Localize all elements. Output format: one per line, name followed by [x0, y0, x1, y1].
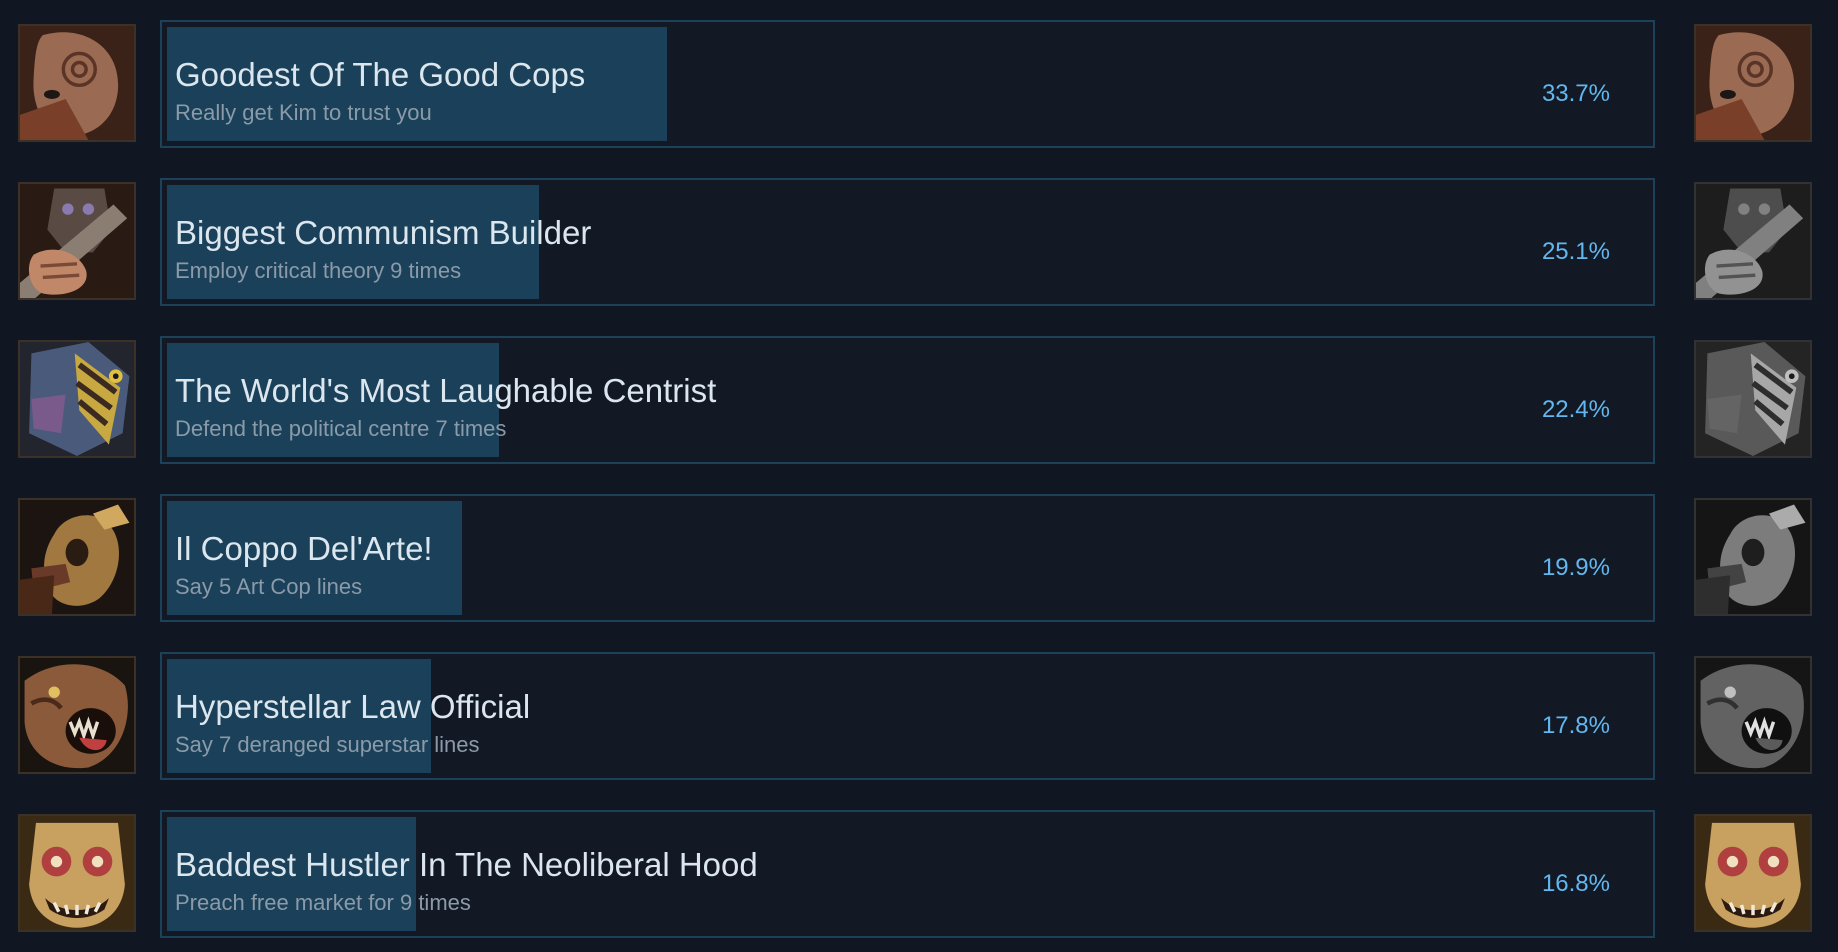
achievement-title: Hyperstellar Law Official: [175, 688, 531, 725]
achievement-description: Defend the political centre 7 times: [175, 416, 507, 441]
centrist-mask-icon: [1694, 340, 1812, 458]
achievement-panel: Il Coppo Del'Arte! Say 5 Art Cop lines 1…: [160, 494, 1655, 622]
achievement-panel: Hyperstellar Law Official Say 7 deranged…: [160, 652, 1655, 780]
kim-mask-icon: [18, 24, 136, 142]
achievement-title: The World's Most Laughable Centrist: [175, 372, 717, 409]
achievement-description: Say 7 deranged superstar lines: [175, 732, 480, 757]
achievement-row: Baddest Hustler In The Neoliberal Hood P…: [0, 810, 1838, 938]
achievement-title: Goodest Of The Good Cops: [175, 56, 586, 93]
achievement-percent: 22.4%: [1541, 396, 1610, 423]
achievement-percent: 33.7%: [1541, 80, 1610, 107]
achievement-description: Preach free market for 9 times: [175, 890, 471, 915]
superstar-beast-icon: [1694, 656, 1812, 774]
achievement-title: Il Coppo Del'Arte!: [175, 530, 433, 567]
communist-mask-icon: [18, 182, 136, 300]
achievement-description: Say 5 Art Cop lines: [175, 574, 363, 599]
achievement-row: Il Coppo Del'Arte! Say 5 Art Cop lines 1…: [0, 494, 1838, 622]
achievement-panel: Baddest Hustler In The Neoliberal Hood P…: [160, 810, 1655, 938]
ultraliberal-mask-icon: [1694, 814, 1812, 932]
achievement-list: Goodest Of The Good Cops Really get Kim …: [0, 0, 1838, 952]
achievement-panel: Biggest Communism Builder Employ critica…: [160, 178, 1655, 306]
achievement-percent: 17.8%: [1541, 712, 1610, 739]
centrist-mask-icon: [18, 340, 136, 458]
ultraliberal-mask-icon: [18, 814, 136, 932]
achievement-description: Really get Kim to trust you: [175, 100, 432, 125]
achievement-percent: 25.1%: [1541, 238, 1610, 265]
achievement-title: Baddest Hustler In The Neoliberal Hood: [175, 846, 758, 883]
art-cop-figure-icon: [18, 498, 136, 616]
achievement-percent: 19.9%: [1541, 554, 1610, 581]
communist-mask-icon: [1694, 182, 1812, 300]
kim-mask-icon: [1694, 24, 1812, 142]
achievement-row: The World's Most Laughable Centrist Defe…: [0, 336, 1838, 464]
achievement-percent: 16.8%: [1541, 870, 1610, 897]
achievement-panel: Goodest Of The Good Cops Really get Kim …: [160, 20, 1655, 148]
achievement-row: Hyperstellar Law Official Say 7 deranged…: [0, 652, 1838, 780]
superstar-beast-icon: [18, 656, 136, 774]
art-cop-figure-icon: [1694, 498, 1812, 616]
achievement-row: Biggest Communism Builder Employ critica…: [0, 178, 1838, 306]
achievement-title: Biggest Communism Builder: [175, 214, 592, 251]
achievement-row: Goodest Of The Good Cops Really get Kim …: [0, 20, 1838, 148]
achievement-panel: The World's Most Laughable Centrist Defe…: [160, 336, 1655, 464]
achievement-description: Employ critical theory 9 times: [175, 258, 462, 283]
